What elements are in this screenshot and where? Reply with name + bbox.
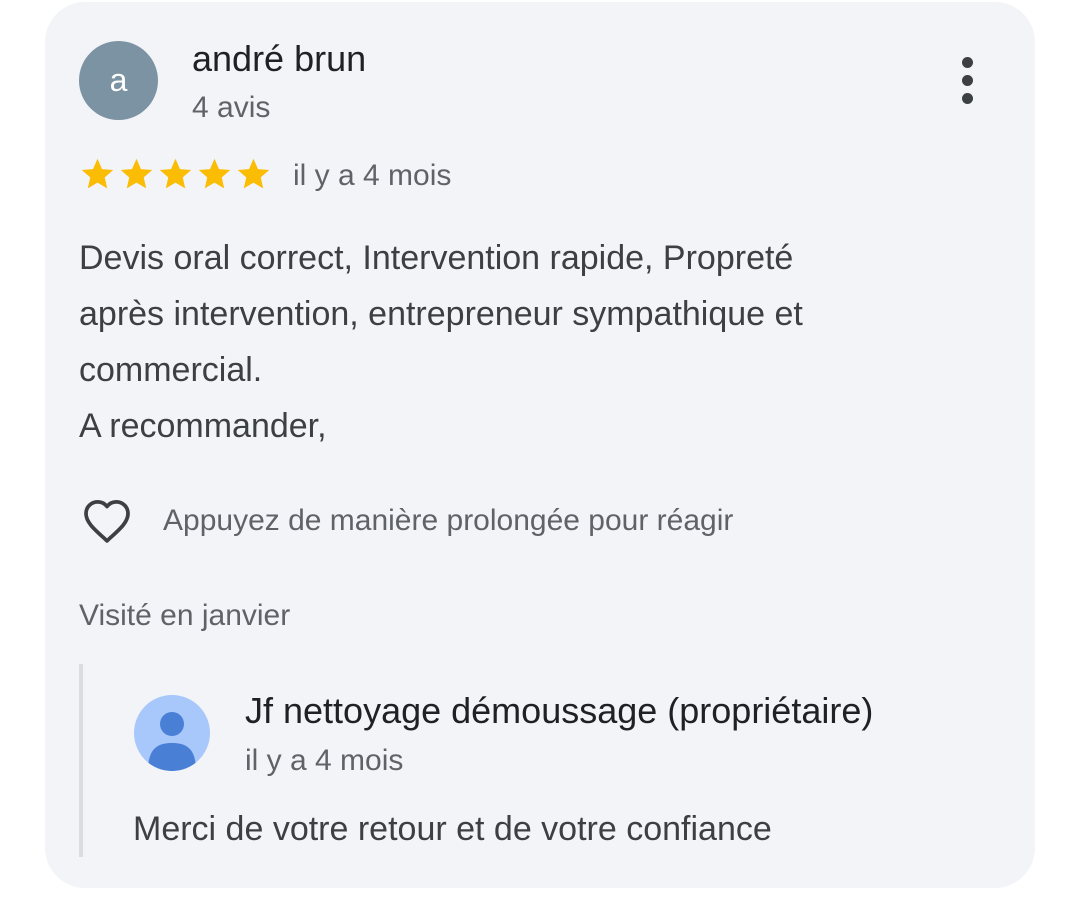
star-icon (237, 158, 270, 188)
owner-name: Jf nettoyage démoussage (propriétaire) (245, 690, 874, 731)
owner-reply-date: il y a 4 mois (245, 744, 404, 777)
person-icon (134, 695, 210, 771)
react-button[interactable]: Appuyez de manière prolongée pour réagir (79, 493, 733, 549)
reviewer-name[interactable]: andré brun (192, 37, 366, 81)
review-date: il y a 4 mois (293, 159, 452, 192)
star-icon (198, 158, 231, 188)
avatar-letter: a (109, 62, 128, 98)
star-rating (79, 155, 272, 193)
reviewer-avatar[interactable]: a (79, 41, 158, 120)
react-label: Appuyez de manière prolongée pour réagir (163, 504, 734, 537)
star-icon (81, 158, 114, 188)
heart-outline-icon (84, 500, 130, 543)
review-text-line: Devis oral correct, Intervention rapide,… (79, 239, 794, 277)
more-vert-icon-dot (961, 74, 973, 86)
review-count: 4 avis (192, 91, 271, 124)
more-vert-icon-dot (961, 92, 973, 104)
visited-date: Visité en janvier (79, 599, 291, 632)
review-text: Devis oral correct, Intervention rapide,… (79, 230, 979, 454)
more-vert-icon (961, 56, 973, 68)
owner-reply: Jf nettoyage démoussage (propriétaire) i… (79, 664, 973, 857)
more-options-button[interactable] (942, 50, 992, 110)
owner-reply-text: Merci de votre retour et de votre confia… (133, 810, 772, 848)
review-text-line: après intervention, entrepreneur sympath… (79, 295, 803, 333)
star-icon (120, 158, 153, 188)
review-text-line: A recommander, (79, 407, 327, 445)
star-icon (159, 158, 192, 188)
review-text-line: commercial. (79, 351, 263, 389)
